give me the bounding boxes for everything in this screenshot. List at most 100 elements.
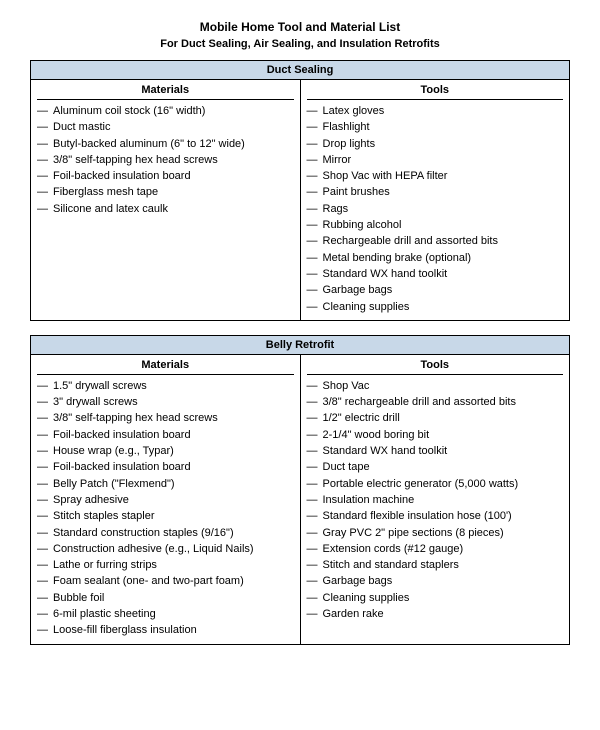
item-text: House wrap (e.g., Typar): [53, 444, 174, 458]
list-item: —6-mil plastic sheeting: [37, 607, 294, 621]
list-item: —Foam sealant (one- and two-part foam): [37, 574, 294, 588]
list-item: —Standard construction staples (9/16"): [37, 526, 294, 540]
item-text: Garden rake: [323, 607, 384, 621]
item-text: Extension cords (#12 gauge): [323, 542, 464, 556]
list-item: —Latex gloves: [307, 104, 564, 118]
bullet-icon: —: [307, 267, 321, 281]
list-item: —Duct mastic: [37, 120, 294, 134]
bullet-icon: —: [307, 460, 321, 474]
bullet-icon: —: [307, 169, 321, 183]
bullet-icon: —: [37, 104, 51, 118]
list-item: —Mirror: [307, 153, 564, 167]
item-text: Latex gloves: [323, 104, 385, 118]
list-item: —Foil-backed insulation board: [37, 460, 294, 474]
bullet-icon: —: [37, 395, 51, 409]
list-item: —3/8" rechargeable drill and assorted bi…: [307, 395, 564, 409]
list-item: —3/8" self-tapping hex head screws: [37, 153, 294, 167]
bullet-icon: —: [307, 218, 321, 232]
list-item: —Garbage bags: [307, 283, 564, 297]
list-item: —Fiberglass mesh tape: [37, 185, 294, 199]
section-header-belly-retrofit: Belly Retrofit: [31, 336, 569, 355]
item-text: Standard WX hand toolkit: [323, 267, 448, 281]
bullet-icon: —: [37, 493, 51, 507]
bullet-icon: —: [307, 234, 321, 248]
bullet-icon: —: [307, 153, 321, 167]
bullet-icon: —: [37, 137, 51, 151]
list-item: —Metal bending brake (optional): [307, 251, 564, 265]
bullet-icon: —: [37, 202, 51, 216]
bullet-icon: —: [307, 283, 321, 297]
tools-header-duct-sealing: Tools: [307, 84, 564, 100]
bullet-icon: —: [307, 477, 321, 491]
item-text: Cleaning supplies: [323, 300, 410, 314]
list-item: —Aluminum coil stock (16" width): [37, 104, 294, 118]
item-text: Loose-fill fiberglass insulation: [53, 623, 197, 637]
bullet-icon: —: [37, 623, 51, 637]
bullet-icon: —: [37, 591, 51, 605]
item-text: Bubble foil: [53, 591, 104, 605]
bullet-icon: —: [307, 379, 321, 393]
bullet-icon: —: [37, 379, 51, 393]
item-text: Belly Patch ("Flexmend"): [53, 477, 175, 491]
list-item: —Portable electric generator (5,000 watt…: [307, 477, 564, 491]
sub-title: For Duct Sealing, Air Sealing, and Insul…: [30, 38, 570, 50]
item-text: Construction adhesive (e.g., Liquid Nail…: [53, 542, 254, 556]
item-text: Foil-backed insulation board: [53, 169, 191, 183]
bullet-icon: —: [37, 542, 51, 556]
bullet-icon: —: [307, 395, 321, 409]
bullet-icon: —: [37, 477, 51, 491]
list-item: —Stitch staples stapler: [37, 509, 294, 523]
item-text: Silicone and latex caulk: [53, 202, 168, 216]
bullet-icon: —: [37, 509, 51, 523]
bullet-icon: —: [307, 411, 321, 425]
bullet-icon: —: [307, 591, 321, 605]
section-header-duct-sealing: Duct Sealing: [31, 61, 569, 80]
materials-col-belly-retrofit: Materials—1.5" drywall screws—3" drywall…: [31, 355, 301, 644]
section-belly-retrofit: Belly RetrofitMaterials—1.5" drywall scr…: [30, 335, 570, 645]
bullet-icon: —: [307, 558, 321, 572]
bullet-icon: —: [307, 137, 321, 151]
bullet-icon: —: [307, 526, 321, 540]
bullet-icon: —: [307, 120, 321, 134]
list-item: —Rechargeable drill and assorted bits: [307, 234, 564, 248]
item-text: Cleaning supplies: [323, 591, 410, 605]
item-text: Shop Vac: [323, 379, 370, 393]
bullet-icon: —: [307, 574, 321, 588]
list-item: —Rags: [307, 202, 564, 216]
list-item: —Shop Vac with HEPA filter: [307, 169, 564, 183]
bullet-icon: —: [37, 574, 51, 588]
item-text: Lathe or furring strips: [53, 558, 157, 572]
item-text: Standard WX hand toolkit: [323, 444, 448, 458]
item-text: Duct tape: [323, 460, 370, 474]
bullet-icon: —: [307, 493, 321, 507]
list-item: —2-1/4" wood boring bit: [307, 428, 564, 442]
list-item: —Lathe or furring strips: [37, 558, 294, 572]
materials-header-belly-retrofit: Materials: [37, 359, 294, 375]
bullet-icon: —: [37, 411, 51, 425]
item-text: Butyl-backed aluminum (6" to 12" wide): [53, 137, 245, 151]
tools-col-duct-sealing: Tools—Latex gloves—Flashlight—Drop light…: [301, 80, 570, 320]
item-text: Aluminum coil stock (16" width): [53, 104, 205, 118]
bullet-icon: —: [307, 185, 321, 199]
item-text: Insulation machine: [323, 493, 415, 507]
list-item: —Foil-backed insulation board: [37, 169, 294, 183]
list-item: —3/8" self-tapping hex head screws: [37, 411, 294, 425]
item-text: Shop Vac with HEPA filter: [323, 169, 448, 183]
bullet-icon: —: [37, 428, 51, 442]
item-text: 3/8" self-tapping hex head screws: [53, 411, 218, 425]
list-item: —Rubbing alcohol: [307, 218, 564, 232]
bullet-icon: —: [307, 300, 321, 314]
list-item: —House wrap (e.g., Typar): [37, 444, 294, 458]
list-item: —Cleaning supplies: [307, 300, 564, 314]
list-item: —3" drywall screws: [37, 395, 294, 409]
item-text: Paint brushes: [323, 185, 390, 199]
list-item: —Construction adhesive (e.g., Liquid Nai…: [37, 542, 294, 556]
item-text: 3/8" self-tapping hex head screws: [53, 153, 218, 167]
list-item: —Gray PVC 2" pipe sections (8 pieces): [307, 526, 564, 540]
list-item: —Cleaning supplies: [307, 591, 564, 605]
tools-col-belly-retrofit: Tools—Shop Vac—3/8" rechargeable drill a…: [301, 355, 570, 644]
tools-header-belly-retrofit: Tools: [307, 359, 564, 375]
item-text: 3" drywall screws: [53, 395, 138, 409]
list-item: —Standard flexible insulation hose (100'…: [307, 509, 564, 523]
item-text: Drop lights: [323, 137, 376, 151]
